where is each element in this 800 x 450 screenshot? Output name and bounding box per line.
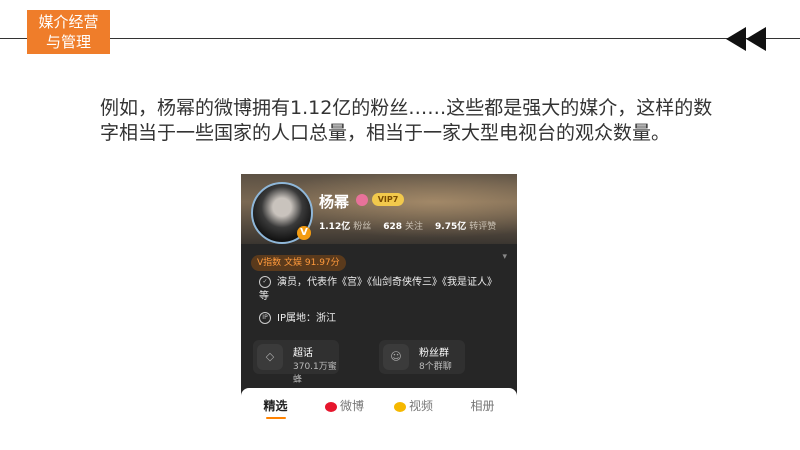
ip-location-icon: IP	[259, 312, 271, 324]
super-topic-title: 超话	[293, 348, 313, 359]
bio-row: ✓ 演员，代表作《宫》《仙剑奇侠传三》《我是证人》等	[259, 276, 499, 304]
header-divider	[0, 38, 800, 39]
group-icon: ☺	[383, 344, 409, 370]
shield-icon: ✓	[259, 276, 271, 288]
slide-title-line1: 媒介经营	[38, 13, 99, 31]
double-left-arrow-icon[interactable]	[726, 27, 770, 51]
fan-group-card[interactable]: ☺ 粉丝群 8个群聊	[379, 340, 465, 374]
tab-weibo[interactable]: 微博	[310, 388, 379, 424]
tab-album[interactable]: 相册	[448, 388, 517, 424]
weibo-icon	[324, 401, 337, 412]
weibo-profile-screenshot: V 杨幂 VIP7 1.12亿 粉丝 628 关注 9.75亿 转评赞 V指数 文娱 …	[241, 174, 517, 424]
fan-group-title: 粉丝群	[419, 348, 449, 359]
slide-title-line2: 与管理	[45, 33, 91, 51]
stat-likes[interactable]: 9.75亿 转评赞	[435, 219, 496, 232]
diamond-icon: ◇	[257, 344, 283, 370]
bio-text: 演员，代表作《宫》《仙剑奇侠传三》《我是证人》等	[259, 277, 497, 302]
v-index-row[interactable]: V指数 文娱 91.97分 ▾	[251, 250, 507, 271]
slide-paragraph: 例如，杨幂的微博拥有1.12亿的粉丝……这些都是强大的媒介，这样的数字相当于一些…	[100, 97, 713, 144]
profile-stats: 1.12亿 粉丝 628 关注 9.75亿 转评赞	[319, 219, 496, 232]
tab-video[interactable]: 视频	[379, 388, 448, 424]
verified-badge-icon: V	[297, 226, 311, 240]
profile-name: 杨幂	[319, 193, 350, 211]
v-index-badge: V指数 文娱 91.97分	[251, 255, 346, 271]
ip-row: IP IP属地：浙江	[259, 312, 336, 326]
chevron-down-icon[interactable]: ▾	[502, 252, 507, 262]
profile-tabs: 精选 微博 视频 相册	[241, 388, 517, 424]
member-badge-icon	[356, 194, 368, 206]
slide-title-box: 媒介经营 与管理	[27, 10, 110, 54]
video-icon	[393, 401, 406, 412]
super-topic-card[interactable]: ◇ 超话 370.1万蜜蜂	[253, 340, 339, 385]
vip-badge: VIP7	[372, 193, 404, 206]
stat-followers[interactable]: 1.12亿 粉丝	[319, 219, 371, 232]
fan-group-subtitle: 8个群聊	[419, 362, 452, 372]
ip-text: IP属地：浙江	[277, 313, 336, 324]
stat-following[interactable]: 628 关注	[383, 219, 423, 232]
tab-featured[interactable]: 精选	[241, 388, 310, 424]
super-topic-subtitle: 370.1万蜜蜂	[293, 362, 337, 385]
